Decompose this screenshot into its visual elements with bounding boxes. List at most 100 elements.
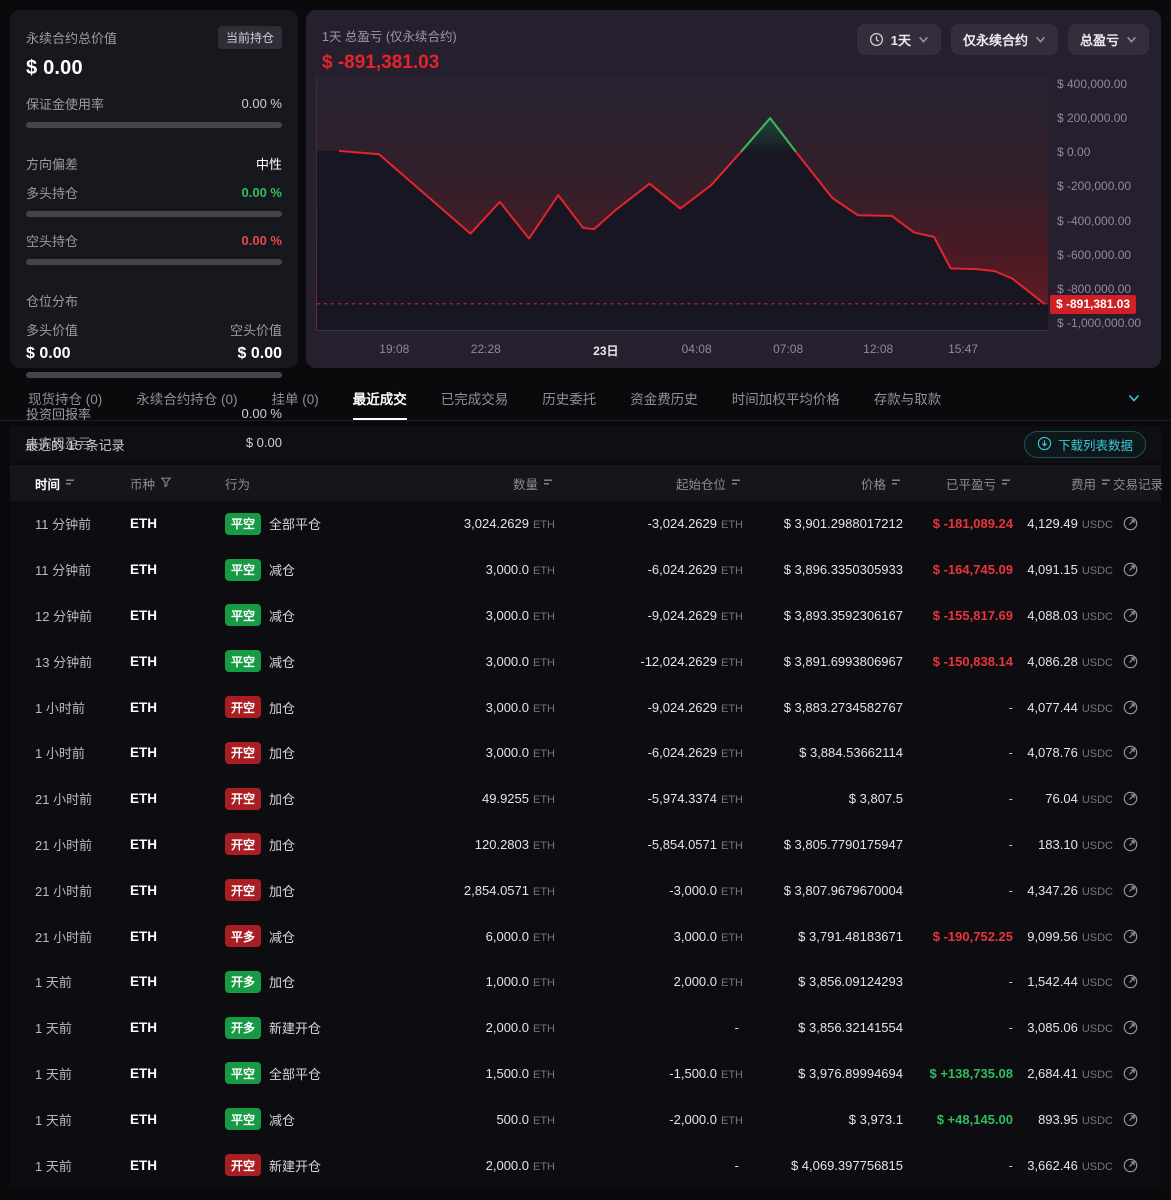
trade-record-link-icon[interactable] (1120, 513, 1141, 534)
fill-row[interactable]: 1 天前 ETH 开空 新建开仓 2,000.0 ETH - $ 4,069.39… (10, 1142, 1161, 1188)
fill-row[interactable]: 21 小时前 ETH 开空 加仓 49.9255 ETH -5,974.3374 E… (10, 776, 1161, 822)
column-header[interactable]: 价格 (743, 474, 903, 493)
y-axis-label: $ -1,000,000.00 (1057, 316, 1142, 331)
trade-record-link-icon[interactable] (1120, 880, 1141, 901)
fill-fee: 4,091.15 USDC (1027, 562, 1113, 578)
trade-record-link-icon[interactable] (1120, 971, 1141, 992)
fill-row[interactable]: 21 小时前 ETH 开空 加仓 120.2803 ETH -5,854.0571… (10, 822, 1161, 868)
trade-record-link-icon[interactable] (1120, 1063, 1141, 1084)
fill-row[interactable]: 21 小时前 ETH 平多 减仓 6,000.0 ETH 3,000.0 ETH $… (10, 913, 1161, 959)
column-header[interactable]: 时间 (35, 474, 130, 493)
chart-filter-dropdown[interactable]: 仅永续合约 (950, 24, 1058, 55)
fill-row[interactable]: 11 分钟前 ETH 平空 全部平仓 3,024.2629 ETH -3,024.… (10, 501, 1161, 547)
tab[interactable]: 挂单 (0) (272, 377, 319, 420)
fill-price: $ 3,883.2734582767 (783, 699, 903, 715)
direction-badge: 开空 (225, 741, 262, 764)
trade-record-link-icon[interactable] (1120, 926, 1141, 947)
fill-closed-pnl: $ -155,817.69 (932, 607, 1013, 623)
fill-price: $ 3,791.48183671 (798, 928, 903, 944)
fill-closed-pnl: $ +48,145.00 (936, 1111, 1013, 1127)
column-header[interactable]: 起始仓位 (555, 474, 743, 493)
trade-record-link-icon[interactable] (1120, 834, 1141, 855)
x-axis-label: 15:47 (948, 342, 979, 356)
fill-quantity: 49.9255 ETH (482, 791, 555, 807)
fill-row[interactable]: 1 天前 ETH 开多 新建开仓 2,000.0 ETH - $ 3,856.32… (10, 1005, 1161, 1051)
fill-closed-pnl: $ -164,745.09 (932, 562, 1013, 578)
fill-quantity: 3,000.0 ETH (485, 699, 555, 715)
fill-fee: 4,086.28 USDC (1027, 653, 1113, 669)
fill-price: $ 3,901.2988017212 (783, 516, 903, 532)
fill-quantity: 3,000.0 ETH (485, 745, 555, 761)
fill-row[interactable]: 11 分钟前 ETH 平空 减仓 3,000.0 ETH -6,024.2629 E… (10, 547, 1161, 593)
chart-y-axis: $ 400,000.00 $ 200,000.00 $ 0.00 $ -200,000… (1047, 75, 1161, 331)
fill-fee: 3,085.06 USDC (1027, 1020, 1113, 1036)
column-header[interactable]: 交易记录 (1113, 474, 1163, 493)
fill-quantity: 2,000.0 ETH (485, 1157, 555, 1173)
overview-section: 永续合约总价值 当前持仓 $ 0.00 保证金使用率 0.00 % 方向偏差 中… (0, 0, 1171, 451)
fill-time: 1 天前 (35, 1021, 72, 1037)
y-axis-label: $ -800,000.00 (1057, 282, 1132, 297)
perp-total-value-label: 永续合约总价值 (26, 31, 118, 46)
trade-record-link-icon[interactable] (1120, 1155, 1141, 1176)
trade-record-link-icon[interactable] (1120, 788, 1141, 809)
fill-quantity: 2,854.0571 ETH (463, 882, 555, 898)
fill-closed-pnl: - (1008, 974, 1013, 990)
unrealized-pnl-value: $ 0.00 (245, 435, 282, 450)
column-header[interactable]: 已平盈亏 (903, 474, 1013, 493)
fill-time: 1 天前 (35, 1066, 72, 1082)
fill-time: 12 分钟前 (35, 608, 93, 624)
fill-row[interactable]: 1 小时前 ETH 开空 加仓 3,000.0 ETH -9,024.2629 ET… (10, 684, 1161, 730)
tab[interactable]: 现货持仓 (0) (28, 377, 102, 420)
fill-price: $ 3,896.3350305933 (783, 562, 903, 578)
chart-title: 1天 总盈亏 (仅永续合约) (322, 30, 457, 44)
fill-start-position: -6,024.2629 ETH (647, 562, 743, 578)
column-header[interactable]: 费用 (1013, 474, 1113, 493)
fill-coin: ETH (130, 1111, 157, 1127)
fill-closed-pnl: - (1008, 1157, 1013, 1173)
chart-filter-dropdown[interactable]: 总盈亏 (1067, 24, 1149, 55)
column-header[interactable]: 行为 (225, 474, 437, 493)
column-header[interactable]: 数量 (437, 474, 555, 493)
direction-badge: 平空 (225, 512, 262, 535)
tab[interactable]: 永续合约持仓 (0) (136, 377, 237, 420)
trade-record-link-icon[interactable] (1120, 651, 1141, 672)
tab[interactable]: 时间加权平均价格 (732, 377, 840, 420)
download-list-button[interactable]: 下载列表数据 (1023, 431, 1146, 458)
trade-record-link-icon[interactable] (1120, 1109, 1141, 1130)
fill-row[interactable]: 13 分钟前 ETH 平空 减仓 3,000.0 ETH -12,024.2629… (10, 638, 1161, 684)
direction-badge: 平空 (225, 1062, 262, 1085)
chart-filter-dropdown[interactable]: 1天 (856, 24, 941, 55)
recent-fills-section: 最近的 15 条记录 下载列表数据 时间 币种 行为 数量 起始仓位 价格 已平… (0, 426, 1171, 1188)
fill-coin: ETH (130, 974, 157, 990)
tab[interactable]: 最近成交 (352, 377, 407, 420)
fill-closed-pnl: - (1008, 745, 1013, 761)
sort-icon (891, 476, 903, 490)
tab[interactable]: 已完成交易 (441, 377, 509, 420)
fill-row[interactable]: 21 小时前 ETH 开空 加仓 2,854.0571 ETH -3,000.0 E… (10, 867, 1161, 913)
tab[interactable]: 存款与取款 (874, 377, 942, 420)
short-value-label: 空头价值 (229, 323, 282, 338)
trade-record-link-icon[interactable] (1120, 697, 1141, 718)
sort-icon (731, 476, 743, 490)
fill-start-position: -3,024.2629 ETH (647, 516, 743, 532)
fill-row[interactable]: 1 天前 ETH 平空 减仓 500.0 ETH -2,000.0 ETH $ 3,… (10, 1096, 1161, 1142)
fill-coin: ETH (130, 1020, 157, 1036)
column-header[interactable]: 币种 (130, 474, 225, 493)
trade-record-link-icon[interactable] (1120, 605, 1141, 626)
fill-action: 新建开仓 (269, 1158, 322, 1174)
trade-record-link-icon[interactable] (1120, 1017, 1141, 1038)
pnl-area-chart[interactable] (316, 75, 1048, 331)
trade-record-link-icon[interactable] (1120, 559, 1141, 580)
fill-coin: ETH (130, 791, 157, 807)
fill-row[interactable]: 1 天前 ETH 开多 加仓 1,000.0 ETH 2,000.0 ETH $ 3… (10, 959, 1161, 1005)
trade-record-link-icon[interactable] (1120, 742, 1141, 763)
collapse-chevron-icon[interactable] (1127, 391, 1141, 410)
fill-price: $ 3,976.89994694 (798, 1065, 903, 1081)
fill-row[interactable]: 1 天前 ETH 平空 全部平仓 1,500.0 ETH -1,500.0 ETH … (10, 1051, 1161, 1097)
fill-row[interactable]: 1 小时前 ETH 开空 加仓 3,000.0 ETH -6,024.2629 ET… (10, 730, 1161, 776)
direction-badge: 平空 (225, 1108, 262, 1131)
tab[interactable]: 历史委托 (542, 377, 596, 420)
tab[interactable]: 资金费历史 (630, 377, 698, 420)
fill-row[interactable]: 12 分钟前 ETH 平空 减仓 3,000.0 ETH -9,024.2629 E… (10, 593, 1161, 639)
fill-time: 1 天前 (35, 1112, 72, 1128)
